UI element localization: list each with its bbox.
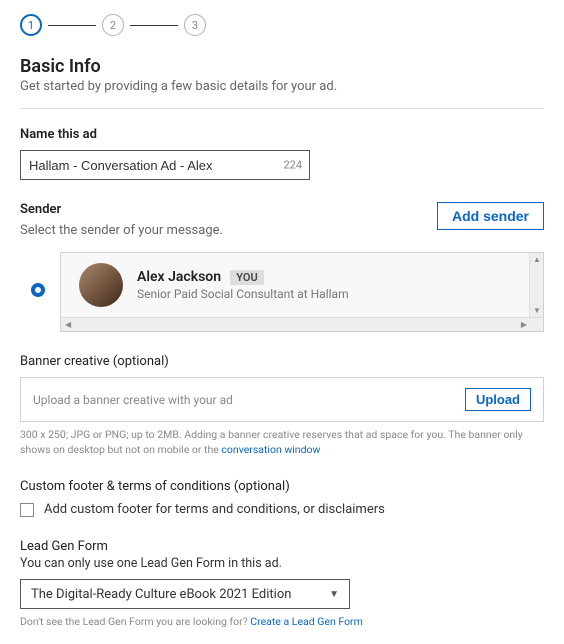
conversation-window-link[interactable]: conversation window xyxy=(221,443,320,456)
add-sender-button[interactable]: Add sender xyxy=(437,202,544,230)
banner-fineprint: 300 x 250; JPG or PNG; up to 2MB. Adding… xyxy=(20,428,544,457)
banner-upload-box: Upload a banner creative with your ad Up… xyxy=(20,377,544,422)
you-tag: YOU xyxy=(230,270,263,285)
scroll-left-icon[interactable]: ◀ xyxy=(65,320,71,329)
footer-checkbox-row[interactable]: Add custom footer for terms and conditio… xyxy=(20,502,544,517)
leadgen-selected: The Digital-Ready Culture eBook 2021 Edi… xyxy=(31,587,291,602)
leadgen-fineprint: Don't see the Lead Gen Form you are look… xyxy=(20,615,544,630)
step-2[interactable]: 2 xyxy=(102,14,124,36)
footer-checkbox-label: Add custom footer for terms and conditio… xyxy=(44,502,385,517)
char-count: 224 xyxy=(283,159,302,172)
sender-item[interactable]: Alex Jackson YOU Senior Paid Social Cons… xyxy=(61,263,543,317)
banner-label: Banner creative (optional) xyxy=(20,354,544,369)
page-subtitle: Get started by providing a few basic det… xyxy=(20,79,544,94)
footer-checkbox[interactable] xyxy=(20,503,34,517)
sender-radio[interactable] xyxy=(31,283,45,297)
page-title: Basic Info xyxy=(20,56,544,77)
ad-name-input[interactable] xyxy=(20,150,310,180)
divider xyxy=(20,108,544,109)
step-3[interactable]: 3 xyxy=(184,14,206,36)
chevron-down-icon: ▼ xyxy=(329,589,339,600)
step-line xyxy=(48,25,96,26)
scroll-right-icon[interactable]: ▶ xyxy=(521,320,527,329)
leadgen-select[interactable]: The Digital-Ready Culture eBook 2021 Edi… xyxy=(20,579,350,609)
sender-list: Alex Jackson YOU Senior Paid Social Cons… xyxy=(60,252,544,332)
upload-button[interactable]: Upload xyxy=(465,388,531,411)
create-leadgen-link[interactable]: Create a Lead Gen Form xyxy=(250,615,363,628)
scrollbar-horizontal[interactable]: ◀ ▶ xyxy=(61,317,543,331)
name-label: Name this ad xyxy=(20,127,544,142)
sender-help: Select the sender of your message. xyxy=(20,223,223,238)
banner-placeholder: Upload a banner creative with your ad xyxy=(33,393,233,407)
scrollbar-vertical[interactable] xyxy=(529,253,543,317)
stepper: 1 2 3 xyxy=(20,14,544,36)
name-input-wrap: 224 xyxy=(20,150,310,180)
step-1[interactable]: 1 xyxy=(20,14,42,36)
sender-name: Alex Jackson xyxy=(137,269,221,285)
footer-label: Custom footer & terms of conditions (opt… xyxy=(20,479,544,494)
sender-role: Senior Paid Social Consultant at Hallam xyxy=(137,287,349,301)
sender-label: Sender xyxy=(20,202,223,217)
step-line xyxy=(130,25,178,26)
leadgen-label: Lead Gen Form xyxy=(20,539,544,554)
leadgen-help: You can only use one Lead Gen Form in th… xyxy=(20,556,282,571)
avatar xyxy=(79,263,123,307)
